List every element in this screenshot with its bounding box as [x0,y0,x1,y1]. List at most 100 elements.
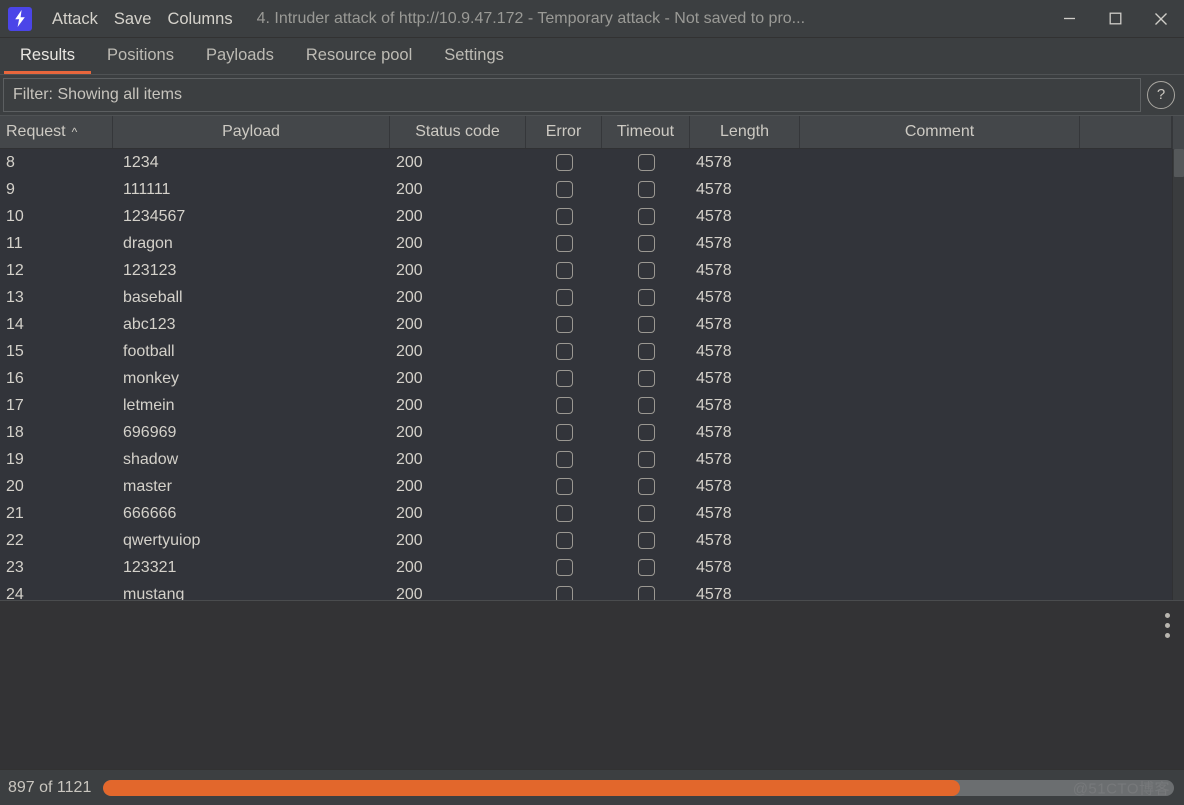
menu-save[interactable]: Save [106,0,160,38]
menu-attack[interactable]: Attack [44,0,106,38]
filter-input[interactable]: Filter: Showing all items [3,77,1141,112]
cell-comment [800,581,1080,600]
timeout-checkbox[interactable] [637,505,655,522]
error-checkbox[interactable] [555,424,573,441]
table-row[interactable]: 22 qwertyuiop 200 4578 [0,527,1184,554]
table-row[interactable]: 20 master 200 4578 [0,473,1184,500]
error-checkbox[interactable] [555,154,573,171]
table-row[interactable]: 8 1234 200 4578 [0,149,1184,176]
tab-results[interactable]: Results [4,39,92,74]
help-button-wrap: ? [1141,76,1181,114]
timeout-checkbox[interactable] [637,343,655,360]
column-header-label: Length [720,123,769,140]
tab-resource-pool[interactable]: Resource pool [290,39,428,74]
cell-length: 4578 [696,423,732,441]
error-checkbox[interactable] [555,397,573,414]
column-header-label: Request [6,123,66,140]
cell-comment [800,230,1080,257]
tab-payloads[interactable]: Payloads [190,39,290,74]
table-row[interactable]: 19 shadow 200 4578 [0,446,1184,473]
cell-comment [800,203,1080,230]
tab-settings[interactable]: Settings [428,39,520,74]
timeout-checkbox[interactable] [637,559,655,576]
cell-length: 4578 [696,234,732,252]
timeout-checkbox[interactable] [637,586,655,600]
error-checkbox[interactable] [555,262,573,279]
column-header-timeout[interactable]: Timeout [602,116,690,148]
timeout-cell [602,365,690,392]
help-icon[interactable]: ? [1147,80,1175,109]
cell-comment [800,365,1080,392]
timeout-cell [602,230,690,257]
column-header-error[interactable]: Error [526,116,602,148]
timeout-checkbox[interactable] [637,289,655,306]
table-row[interactable]: 11 dragon 200 4578 [0,230,1184,257]
error-checkbox[interactable] [555,316,573,333]
error-checkbox[interactable] [555,478,573,495]
table-vertical-scrollbar[interactable] [1172,149,1184,600]
cell-payload: 1234567 [123,207,186,225]
timeout-checkbox[interactable] [637,532,655,549]
table-row[interactable]: 17 letmein 200 4578 [0,392,1184,419]
menu-columns[interactable]: Columns [159,0,240,38]
table-row[interactable]: 18 696969 200 4578 [0,419,1184,446]
cell-status-code: 200 [396,153,423,171]
table-row[interactable]: 10 1234567 200 4578 [0,203,1184,230]
more-options-menu[interactable] [1165,613,1170,638]
cell-request: 22 [6,531,24,549]
error-checkbox[interactable] [555,451,573,468]
table-row[interactable]: 12 123123 200 4578 [0,257,1184,284]
timeout-checkbox[interactable] [637,181,655,198]
timeout-cell [602,284,690,311]
close-button[interactable] [1138,0,1184,38]
timeout-checkbox[interactable] [637,235,655,252]
timeout-checkbox[interactable] [637,208,655,225]
error-checkbox[interactable] [555,181,573,198]
window-controls [1046,0,1184,38]
table-row[interactable]: 21 666666 200 4578 [0,500,1184,527]
cell-request: 19 [6,450,24,468]
error-checkbox[interactable] [555,289,573,306]
error-checkbox[interactable] [555,532,573,549]
cell-length: 4578 [696,477,732,495]
timeout-checkbox[interactable] [637,397,655,414]
error-checkbox[interactable] [555,370,573,387]
column-header-request[interactable]: Request ^ [0,116,113,148]
table-row[interactable]: 24 mustang 200 4578 [0,581,1184,600]
column-header-length[interactable]: Length [690,116,800,148]
tab-positions[interactable]: Positions [91,39,190,74]
cell-comment [800,176,1080,203]
column-header-status-code[interactable]: Status code [390,116,526,148]
timeout-checkbox[interactable] [637,478,655,495]
table-row[interactable]: 9 111111 200 4578 [0,176,1184,203]
timeout-checkbox[interactable] [637,316,655,333]
cell-request: 14 [6,315,24,333]
table-row[interactable]: 14 abc123 200 4578 [0,311,1184,338]
error-checkbox[interactable] [555,235,573,252]
minimize-button[interactable] [1046,0,1092,38]
error-cell [526,149,602,176]
cell-length: 4578 [696,153,732,171]
timeout-checkbox[interactable] [637,370,655,387]
table-row[interactable]: 23 123321 200 4578 [0,554,1184,581]
timeout-checkbox[interactable] [637,451,655,468]
error-checkbox[interactable] [555,343,573,360]
error-checkbox[interactable] [555,208,573,225]
cell-length: 4578 [696,450,732,468]
table-row[interactable]: 15 football 200 4578 [0,338,1184,365]
error-checkbox[interactable] [555,505,573,522]
timeout-checkbox[interactable] [637,154,655,171]
cell-request: 24 [6,585,24,601]
error-checkbox[interactable] [555,586,573,600]
error-checkbox[interactable] [555,559,573,576]
scrollbar-thumb[interactable] [1174,149,1184,177]
table-row[interactable]: 16 monkey 200 4578 [0,365,1184,392]
column-header-payload[interactable]: Payload [113,116,390,148]
maximize-button[interactable] [1092,0,1138,38]
timeout-cell [602,392,690,419]
table-row[interactable]: 13 baseball 200 4578 [0,284,1184,311]
timeout-checkbox[interactable] [637,262,655,279]
column-header-comment[interactable]: Comment [800,116,1080,148]
timeout-checkbox[interactable] [637,424,655,441]
error-cell [526,311,602,338]
